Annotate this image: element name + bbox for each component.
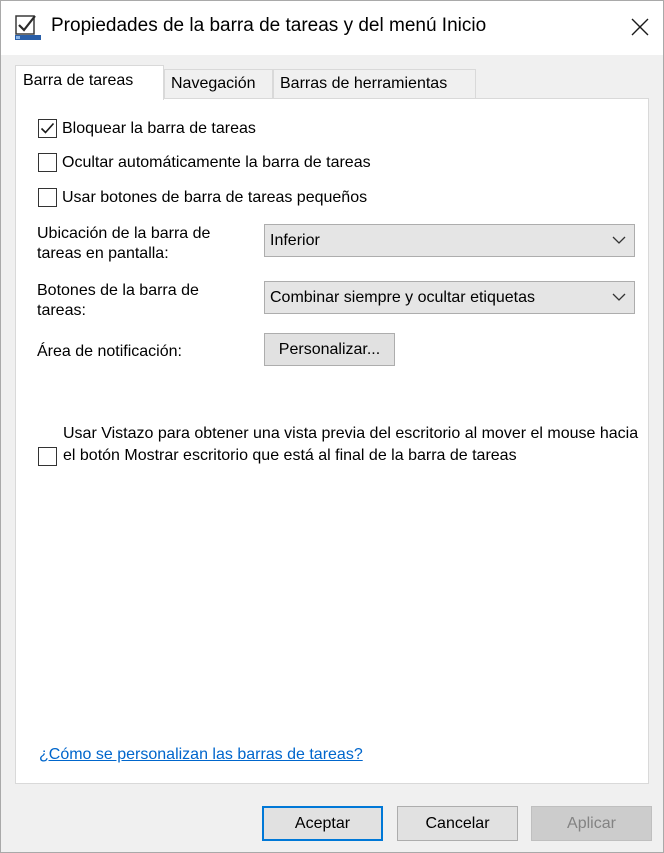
tab-barras-de-herramientas[interactable]: Barras de herramientas [273,69,476,98]
customize-notification-button[interactable]: Personalizar... [264,333,395,366]
tab-barra-de-tareas[interactable]: Barra de tareas [15,65,164,100]
notification-area-label: Área de notificación: [37,343,182,360]
help-link[interactable]: ¿Cómo se personalizan las barras de tare… [39,746,363,764]
location-dropdown[interactable]: Inferior [264,224,635,257]
small-buttons-option[interactable]: Usar botones de barra de tareas pequeños [38,188,367,207]
buttons-setting-label-line1: Botones de la barra de [37,282,199,299]
cancel-button[interactable]: Cancelar [397,806,518,841]
chevron-down-icon [612,293,626,301]
close-button[interactable] [617,1,663,55]
buttons-setting-label-line2: tareas: [37,302,86,319]
taskbar-properties-icon [15,13,41,41]
apply-button[interactable]: Aplicar [531,806,652,841]
auto-hide-option[interactable]: Ocultar automáticamente la barra de tare… [38,153,371,172]
buttons-setting-dropdown[interactable]: Combinar siempre y ocultar etiquetas [264,281,635,314]
checkmark-icon [40,122,55,134]
close-icon [631,18,649,36]
lock-taskbar-label: Bloquear la barra de tareas [62,119,256,137]
ok-button[interactable]: Aceptar [262,806,383,841]
location-label-line2: tareas en pantalla: [37,245,169,262]
tab-navegacion[interactable]: Navegación [164,69,273,98]
auto-hide-checkbox[interactable] [38,153,57,172]
location-label-line1: Ubicación de la barra de [37,225,211,242]
window-title: Propiedades de la barra de tareas y del … [51,15,487,36]
tab-panel: Bloquear la barra de tareas Ocultar auto… [15,98,649,784]
location-label: Ubicación de la barra de tareas en panta… [37,224,210,264]
small-buttons-label: Usar botones de barra de tareas pequeños [62,188,368,206]
chevron-down-icon [612,236,626,244]
small-buttons-checkbox[interactable] [38,188,57,207]
title-bar: Propiedades de la barra de tareas y del … [1,1,663,55]
peek-label: Usar Vistazo para obtener una vista prev… [63,425,639,464]
buttons-setting-label: Botones de la barra de tareas: [37,281,199,321]
lock-taskbar-checkbox[interactable] [38,119,57,138]
lock-taskbar-option[interactable]: Bloquear la barra de tareas [38,119,256,138]
location-value: Inferior [270,232,320,249]
properties-dialog: Propiedades de la barra de tareas y del … [0,0,664,853]
auto-hide-label: Ocultar automáticamente la barra de tare… [62,153,371,171]
peek-checkbox[interactable] [38,447,57,466]
buttons-setting-value: Combinar siempre y ocultar etiquetas [270,289,536,306]
